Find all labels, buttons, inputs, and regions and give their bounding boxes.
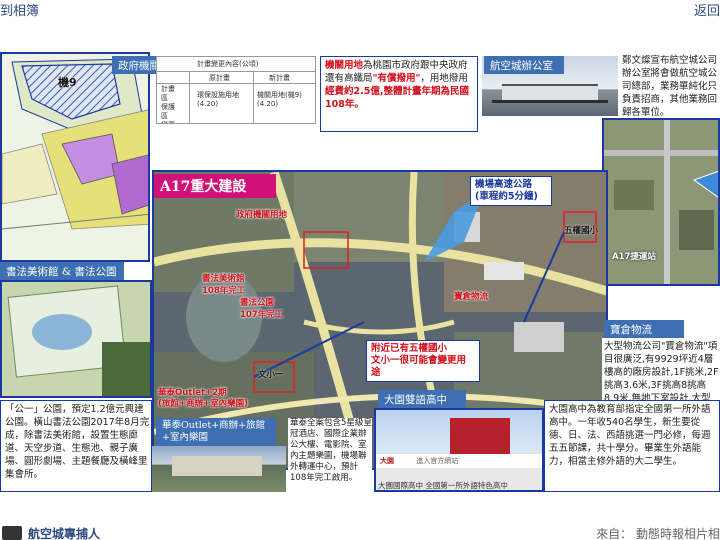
a17-title: A17重大建設 bbox=[154, 174, 276, 198]
aero-office-text: 鄭文燦宣布航空城公司辦公室將會做航空城公司總部，業務單純化只負責招商，其他業務回… bbox=[622, 55, 718, 116]
schools-callout: 附近已有五權國小 文小一很可能會變更用途 bbox=[366, 340, 480, 382]
calligraphy-description: 「公一」公園，預定1.2億元興建公園。橫山書法公園2017年8月完成，除書法美術… bbox=[0, 400, 152, 492]
collage-image: 機9 政府機關用地 計畫變更內容(公頃) 原計畫 新計畫 計畫區 保護區 變更之… bbox=[0, 52, 720, 492]
page-avatar-icon[interactable] bbox=[2, 526, 22, 540]
zoning-table-title: 計畫變更內容(公頃) bbox=[197, 60, 259, 68]
calligraphy-text: 「公一」公園，預定1.2億元興建公園。橫山書法公園2017年8月完成，除書法美術… bbox=[5, 404, 150, 480]
map-label-gov-land: 政府機關用地 bbox=[236, 210, 288, 220]
dayuan-text: 大園高中為教育部指定全國第一所外語高中。一年收540名學生，新生要從德、日、法、… bbox=[549, 404, 711, 467]
zoning-change-table: 計畫變更內容(公頃) 原計畫 新計畫 計畫區 保護區 變更之 環保設施用地(4.… bbox=[156, 56, 316, 124]
calligraphy-header: 書法美術館 & 書法公園 bbox=[0, 262, 124, 280]
bottom-info-bar: 航空城專捕人 來自： 動態時報相片相 bbox=[0, 524, 720, 540]
dayuan-description: 大園高中為教育部指定全國第一所外語高中。一年收540名學生，新生要從德、日、法、… bbox=[544, 400, 720, 492]
dayuan-site-link[interactable]: 進入官方網站 bbox=[416, 457, 458, 465]
baoxi-header: 寶倉物流 bbox=[604, 320, 684, 338]
zoning-table-row-orig: 環保設施用地(4.20) bbox=[197, 91, 239, 108]
map-label-calligraphy: 書法美術館 bbox=[202, 274, 245, 284]
source-album-link[interactable]: 來自： 動態時報相片相 bbox=[596, 525, 720, 540]
gov-land-description: 機關用地為桃園市政府跟中央政府還有高鐵局"有償撥用"，用地撥用經費約2.5億,整… bbox=[320, 56, 478, 132]
aero-office-description: 鄭文燦宣布航空城公司辦公室將會做航空城公司總部，業務單純化只負責招商，其他業務回… bbox=[620, 52, 720, 116]
map-label-park-year: 107年完工 bbox=[240, 310, 284, 320]
outlet-text: 華泰全案包含5星級皇冠酒店、國際企業辦公大樓、電影院、室內主題樂園，機場聯外轉運… bbox=[290, 418, 372, 483]
zoning-table-row-new: 機關用地(機9)(4.20) bbox=[257, 91, 302, 108]
outlet-header: 華泰Outlet+商辦+旅館+室內樂園 bbox=[156, 418, 276, 446]
back-to-album-label: 到相簿 bbox=[0, 4, 40, 19]
return-label: 返回 bbox=[693, 4, 720, 19]
dayuan-sign: 大園 bbox=[380, 457, 394, 465]
airport-highway-callout: 機場高速公路 (車程約5分鐘) bbox=[470, 176, 552, 206]
top-navigation-bar: 到相簿 返回 bbox=[0, 0, 720, 22]
map-label-outlet: 華泰Outlet+2期 (旅館+商辦+室內樂園) bbox=[158, 388, 249, 409]
zoning-table-row-label: 計畫區 保護區 變更之 bbox=[161, 85, 175, 123]
calligraphy-photo bbox=[0, 280, 152, 398]
zoning-table-col-new: 新計畫 bbox=[269, 74, 290, 82]
return-link[interactable]: 返回 bbox=[694, 0, 720, 19]
map-label-wenyi: 文小一 bbox=[258, 370, 284, 380]
page-name-link[interactable]: 航空城專捕人 bbox=[28, 525, 100, 540]
back-to-album-link[interactable]: 到相簿 bbox=[0, 0, 39, 19]
map-label-park: 書法公園 bbox=[240, 298, 275, 308]
map-label-wuquan: 五權國小 bbox=[564, 226, 599, 236]
map-label-baoxi: 寶倉物流 bbox=[454, 292, 489, 302]
dayuan-photo: 大園 進入官方網站 大園國際高中 全國第一所外語特色高中 bbox=[374, 408, 544, 492]
dayuan-header: 大園雙語高中 bbox=[378, 390, 466, 408]
outlet-photo bbox=[152, 446, 286, 492]
zoning-table-col-orig: 原計畫 bbox=[209, 74, 230, 82]
gov-land-text: 機關用地為桃園市政府跟中央政府還有高鐵局"有償撥用"，用地撥用經費約2.5億,整… bbox=[325, 60, 469, 110]
a17-station-label: A17捷運站 bbox=[612, 252, 656, 262]
a17-station-aerial-photo: A17捷運站 bbox=[602, 118, 720, 286]
zone-9-label: 機9 bbox=[58, 76, 77, 89]
dayuan-caption: 大園國際高中 全國第一所外語特色高中 bbox=[378, 481, 508, 490]
gov-land-plan-panel: 機9 bbox=[0, 52, 150, 262]
outlet-description: 華泰全案包含5星級皇冠酒店、國際企業辦公大樓、電影院、室內主題樂園，機場聯外轉運… bbox=[288, 418, 372, 492]
map-label-calligraphy-year: 108年完工 bbox=[202, 286, 246, 296]
aero-office-header: 航空城辦公室 bbox=[484, 56, 564, 74]
